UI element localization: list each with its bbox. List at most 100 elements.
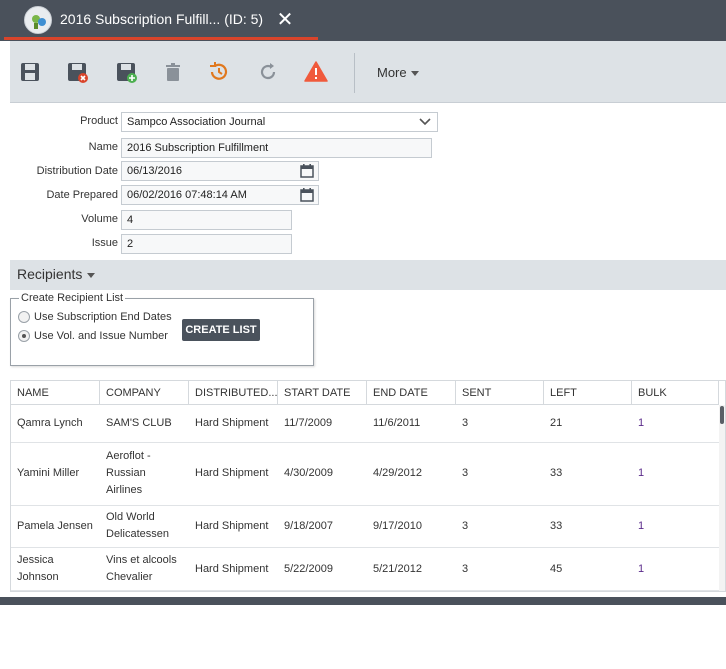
table-row[interactable]: Jessica Johnson Vins et alcools Chevalie…: [11, 548, 719, 591]
cell-start-date: 4/30/2009: [284, 467, 333, 479]
refresh-icon[interactable]: [256, 60, 280, 84]
table-row[interactable]: Pamela Jensen Old World Delicatessen Har…: [11, 506, 719, 548]
name-value: 2016 Subscription Fulfillment: [127, 142, 269, 154]
recipients-title: Recipients: [17, 266, 83, 282]
radio-unchecked[interactable]: [18, 311, 30, 324]
cell-start-date: 11/7/2009: [284, 417, 333, 429]
save-icon[interactable]: [18, 60, 42, 84]
cell-company: Vins et alcools Chevalier: [106, 554, 177, 583]
cell-bulk: 1: [638, 520, 645, 532]
warning-icon[interactable]: [304, 60, 328, 84]
cell-company: Aeroflot - Russian Airlines: [106, 450, 151, 496]
cell-company: Old World Delicatessen: [106, 511, 169, 540]
toolbar-separator: [354, 53, 355, 93]
column-header-name[interactable]: NAME: [11, 381, 100, 405]
option-subscription-end-dates[interactable]: Use Subscription End Dates: [18, 311, 172, 325]
date-prepared-label: Date Prepared: [46, 189, 118, 201]
option-vol-issue-number[interactable]: Use Vol. and Issue Number: [18, 330, 168, 344]
cell-sent: 3: [462, 563, 469, 575]
cell-left: 33: [550, 520, 563, 532]
close-icon[interactable]: ✕: [276, 10, 294, 30]
table-row[interactable]: Yamini Miller Aeroflot - Russian Airline…: [11, 443, 719, 506]
distribution-date-value: 06/13/2016: [127, 165, 183, 177]
calendar-icon[interactable]: [299, 163, 315, 179]
column-header-end-date[interactable]: END DATE: [367, 381, 456, 405]
product-select[interactable]: Sampco Association Journal: [121, 112, 438, 132]
chevron-down-icon: [419, 118, 431, 126]
column-header-distributed[interactable]: DISTRIBUTED...: [189, 381, 278, 405]
column-header-sent[interactable]: SENT: [456, 381, 544, 405]
title-bar: 2016 Subscription Fulfill... (ID: 5) ✕: [0, 0, 726, 41]
cell-name: Pamela Jensen: [17, 520, 93, 532]
delete-icon[interactable]: [161, 60, 185, 84]
cell-bulk: 1: [638, 467, 645, 479]
grid-header: NAME COMPANY DISTRIBUTED... START DATE E…: [11, 381, 719, 405]
bottom-bar: [0, 597, 726, 605]
name-label: Name: [88, 141, 118, 153]
distribution-date-field[interactable]: 06/13/2016: [121, 161, 319, 181]
table-row[interactable]: Qamra Lynch SAM'S CLUB Hard Shipment 11/…: [11, 405, 719, 443]
more-menu[interactable]: More: [377, 65, 419, 80]
cell-left: 21: [550, 417, 563, 429]
cell-end-date: 5/21/2012: [373, 563, 422, 575]
issue-field[interactable]: 2: [121, 234, 292, 254]
create-list-button[interactable]: CREATE LIST: [182, 319, 260, 341]
calendar-icon[interactable]: [299, 187, 315, 203]
product-label: Product: [80, 115, 118, 127]
save-add-icon[interactable]: [114, 60, 138, 84]
cell-distributed: Hard Shipment: [195, 417, 269, 429]
option-vol-issue-label: Use Vol. and Issue Number: [34, 330, 168, 342]
radio-checked[interactable]: [18, 330, 30, 343]
column-header-start-date[interactable]: START DATE: [278, 381, 367, 405]
create-recipient-list-group: Create Recipient List Use Subscription E…: [10, 292, 314, 366]
cell-sent: 3: [462, 520, 469, 532]
date-prepared-value: 06/02/2016 07:48:14 AM: [127, 189, 247, 201]
column-header-bulk[interactable]: BULK: [632, 381, 719, 405]
date-prepared-field[interactable]: 06/02/2016 07:48:14 AM: [121, 185, 319, 205]
volume-value: 4: [127, 214, 134, 226]
toolbar: More: [10, 41, 726, 103]
cell-sent: 3: [462, 467, 469, 479]
issue-label: Issue: [91, 237, 118, 249]
history-icon[interactable]: [207, 60, 231, 84]
volume-field[interactable]: 4: [121, 210, 292, 230]
more-label: More: [377, 65, 407, 80]
cell-company: SAM'S CLUB: [106, 417, 172, 429]
app-badge-icon: [24, 6, 52, 34]
cell-bulk: 1: [638, 563, 645, 575]
volume-label: Volume: [81, 213, 118, 225]
cell-start-date: 9/18/2007: [284, 520, 333, 532]
cell-distributed: Hard Shipment: [195, 520, 269, 532]
recipients-toggle[interactable]: Recipients: [17, 266, 96, 282]
cell-name: Qamra Lynch: [17, 417, 83, 429]
option-end-dates-label: Use Subscription End Dates: [34, 311, 172, 323]
cell-end-date: 9/17/2010: [373, 520, 422, 532]
tab-active-indicator: [4, 37, 318, 40]
name-field[interactable]: 2016 Subscription Fulfillment: [121, 138, 432, 158]
tab-title: 2016 Subscription Fulfill... (ID: 5): [60, 11, 264, 27]
group-legend: Create Recipient List: [19, 292, 126, 304]
cell-name: Yamini Miller: [17, 467, 80, 479]
cell-distributed: Hard Shipment: [195, 563, 269, 575]
column-header-company[interactable]: COMPANY: [100, 381, 189, 405]
grid-scrollbar[interactable]: [719, 405, 725, 591]
cell-end-date: 11/6/2011: [373, 417, 421, 429]
cell-left: 45: [550, 563, 563, 575]
cell-end-date: 4/29/2012: [373, 467, 422, 479]
recipients-grid: NAME COMPANY DISTRIBUTED... START DATE E…: [10, 380, 726, 592]
product-value: Sampco Association Journal: [127, 116, 266, 128]
distribution-date-label: Distribution Date: [36, 165, 118, 177]
save-delete-icon[interactable]: [65, 60, 89, 84]
cell-start-date: 5/22/2009: [284, 563, 333, 575]
cell-left: 33: [550, 467, 563, 479]
issue-value: 2: [127, 238, 134, 250]
recipients-header: Recipients: [10, 260, 726, 290]
cell-distributed: Hard Shipment: [195, 467, 269, 479]
record-tab[interactable]: 2016 Subscription Fulfill... (ID: 5) ✕: [4, 0, 318, 41]
cell-bulk: 1: [638, 417, 645, 429]
scrollbar-thumb[interactable]: [720, 406, 724, 424]
column-header-left[interactable]: LEFT: [544, 381, 632, 405]
cell-sent: 3: [462, 417, 469, 429]
chevron-down-icon: [87, 272, 96, 278]
cell-name: Jessica Johnson: [17, 554, 59, 583]
